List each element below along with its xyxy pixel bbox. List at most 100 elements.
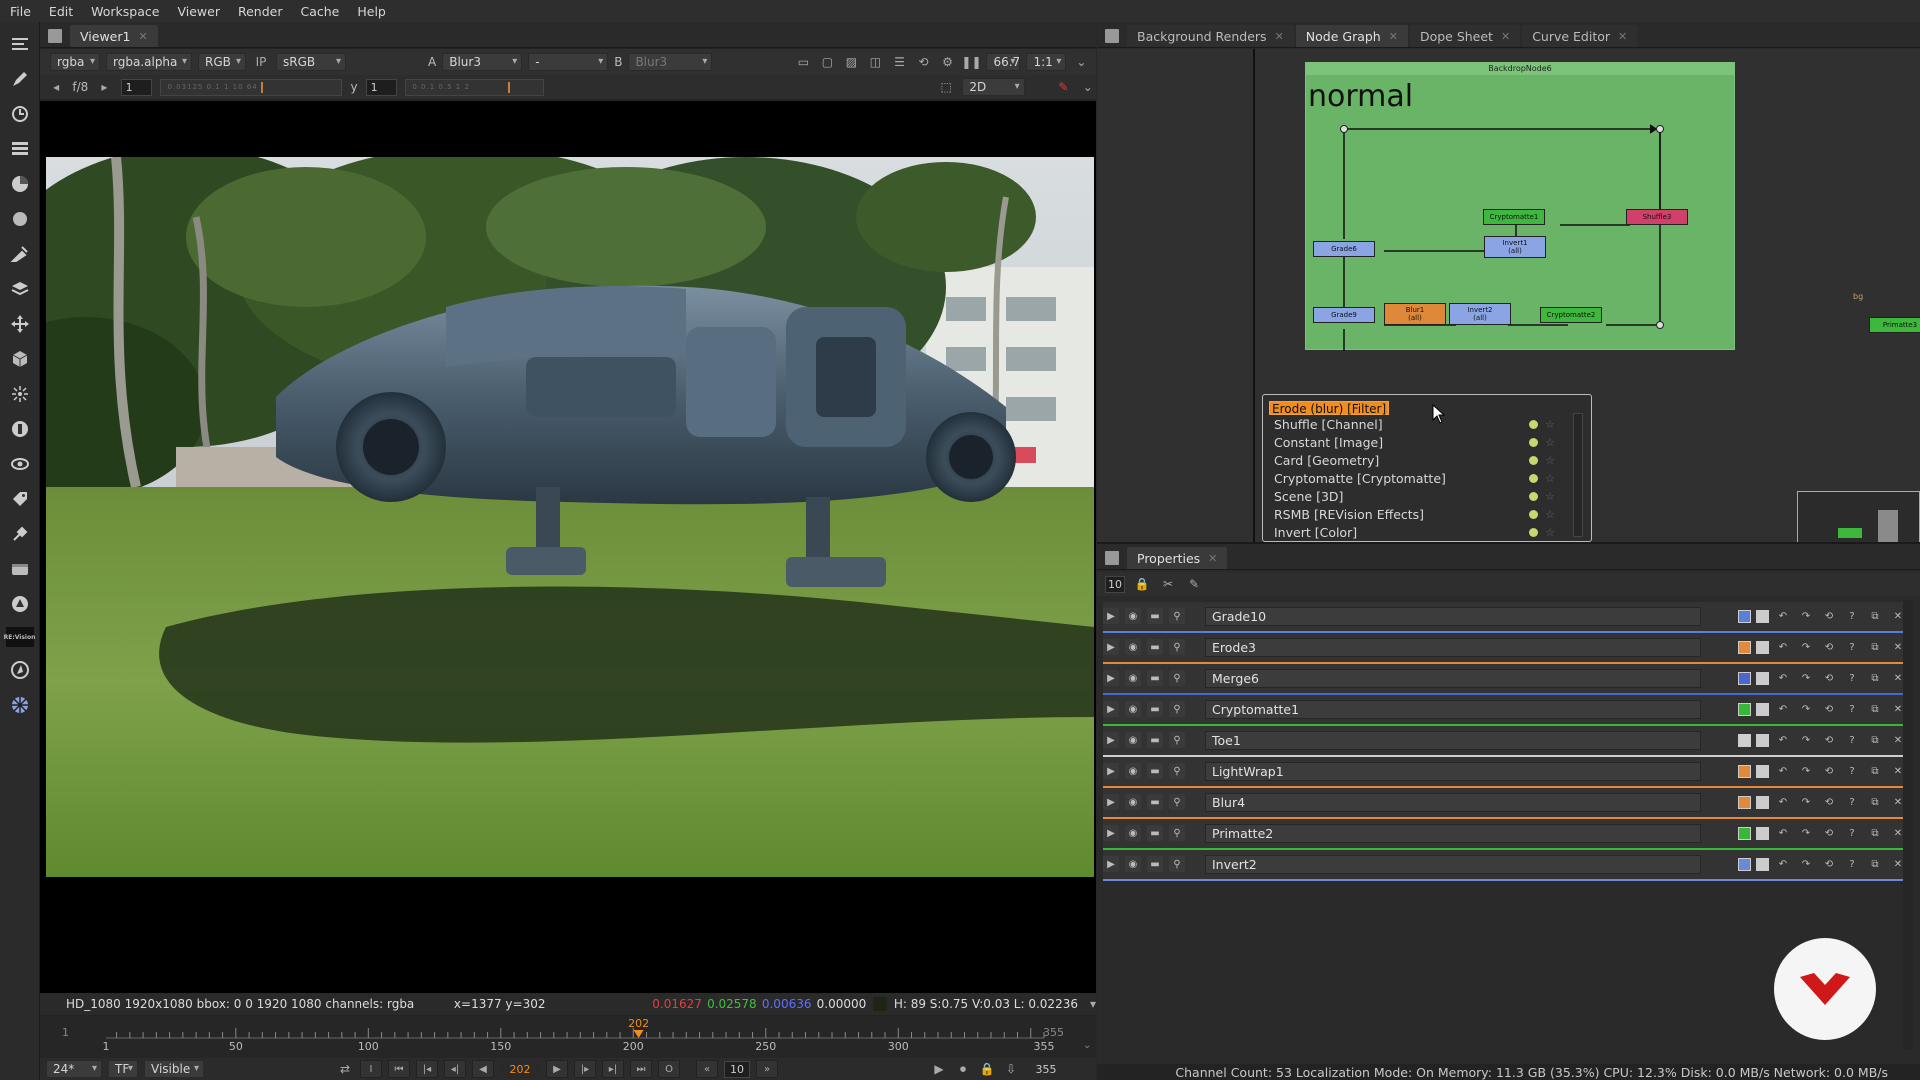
visibility-icon[interactable]: ◉ <box>1125 856 1141 872</box>
menu-item-cryptomatte[interactable]: Cryptomatte [Cryptomatte] ☆ <box>1267 469 1582 487</box>
zoom-field[interactable]: 66.7 <box>986 53 1021 71</box>
properties-row[interactable]: ▶ ◉ ▬ ⚲ Grade10 ↶ ↷ ⟲? ⧉ ✕ <box>1103 602 1909 633</box>
timeline-expand-icon[interactable]: ⌄ <box>1083 1040 1091 1051</box>
more-icon[interactable]: ⌄ <box>1072 53 1090 71</box>
more-icon[interactable]: ⌄ <box>1080 78 1096 96</box>
lock-icon[interactable]: 🔒 <box>978 1060 996 1078</box>
node-shuffle3[interactable]: Shuffle3 <box>1626 209 1688 225</box>
font-color-swatch[interactable] <box>1756 672 1769 685</box>
first-frame-button[interactable]: ⏮ <box>388 1060 410 1078</box>
help-icon[interactable]: ? <box>1843 763 1861 780</box>
cryptomatte-toolset-icon[interactable] <box>8 693 32 717</box>
menu-file[interactable]: File <box>10 4 31 19</box>
properties-row[interactable]: ▶ ◉ ▬ ⚲ Merge6 ↶ ↷ ⟲? ⧉ ✕ <box>1103 664 1909 695</box>
end-frame-field[interactable]: 355 <box>1026 1060 1066 1078</box>
menu-help[interactable]: Help <box>357 4 386 19</box>
frame-increment-field[interactable]: 10 <box>724 1060 750 1078</box>
float-icon[interactable]: ⧉ <box>1866 608 1884 625</box>
out-point-button[interactable]: O <box>658 1060 680 1078</box>
font-color-swatch[interactable] <box>1756 734 1769 747</box>
playback-mode-icon[interactable]: ⇄ <box>336 1060 354 1078</box>
clipping-warning-icon[interactable]: ▨ <box>842 53 860 71</box>
expand-arrow-icon[interactable]: ▶ <box>1103 639 1119 655</box>
node-grade9[interactable]: Grade9 <box>1313 307 1375 323</box>
help-icon[interactable]: ? <box>1843 794 1861 811</box>
particles-toolset-icon[interactable] <box>8 382 32 406</box>
update-icon[interactable]: ⚙ <box>938 53 956 71</box>
channels-dropdown[interactable]: rgba <box>50 53 100 71</box>
close-icon[interactable]: ✕ <box>1501 30 1510 43</box>
help-icon[interactable]: ? <box>1843 825 1861 842</box>
node-name-field[interactable]: LightWrap1 <box>1205 762 1701 781</box>
float-icon[interactable]: ⧉ <box>1866 794 1884 811</box>
menu-viewer[interactable]: Viewer <box>177 4 220 19</box>
expand-arrow-icon[interactable]: ▶ <box>1103 732 1119 748</box>
float-panel-icon[interactable]: ▬ <box>1147 825 1163 841</box>
next-keyframe-button[interactable]: ▸| <box>602 1060 624 1078</box>
menu-item-rsmb[interactable]: RSMB [REVision Effects] ☆ <box>1267 505 1582 523</box>
node-color-swatch[interactable] <box>1738 734 1751 747</box>
node-name-field[interactable]: Invert2 <box>1205 855 1701 874</box>
gain-increase-icon[interactable]: ▸ <box>96 78 112 96</box>
menu-item-shuffle[interactable]: Shuffle [Channel] ☆ <box>1267 415 1582 433</box>
visibility-icon[interactable]: ◉ <box>1125 639 1141 655</box>
redo-icon[interactable]: ↷ <box>1797 763 1815 780</box>
expand-arrow-icon[interactable]: ▶ <box>1103 794 1119 810</box>
help-icon[interactable]: ? <box>1843 732 1861 749</box>
float-panel-icon[interactable]: ▬ <box>1147 670 1163 686</box>
node-name-field[interactable]: Merge6 <box>1205 669 1701 688</box>
star-icon[interactable]: ☆ <box>1545 472 1555 485</box>
proxy-icon[interactable]: ☰ <box>890 53 908 71</box>
last-frame-button[interactable]: ⏭ <box>630 1060 652 1078</box>
visibility-icon[interactable]: ◉ <box>1125 825 1141 841</box>
node-color-swatch[interactable] <box>1738 703 1751 716</box>
star-icon[interactable]: ☆ <box>1545 436 1555 449</box>
menu-render[interactable]: Render <box>238 4 283 19</box>
node-pin-icon[interactable]: ⚲ <box>1169 856 1185 872</box>
node-name-field[interactable]: Primatte2 <box>1205 824 1701 843</box>
node-name-field[interactable]: Erode3 <box>1205 638 1701 657</box>
close-icon[interactable]: ✕ <box>1389 30 1398 43</box>
properties-row[interactable]: ▶ ◉ ▬ ⚲ Invert2 ↶ ↷ ⟲? ⧉ ✕ <box>1103 850 1909 881</box>
time-toolset-icon[interactable] <box>8 102 32 126</box>
transform-toolset-icon[interactable] <box>8 312 32 336</box>
input-b-dropdown[interactable]: Blur3 <box>628 53 713 71</box>
tab-node-graph[interactable]: Node Graph ✕ <box>1295 25 1408 47</box>
render-icon[interactable]: ⇩ <box>1002 1060 1020 1078</box>
input-a-dropdown[interactable]: Blur3 <box>442 53 523 71</box>
node-color-swatch[interactable] <box>1738 641 1751 654</box>
revert-icon[interactable]: ⟲ <box>1820 763 1838 780</box>
overlay-icon[interactable]: ◫ <box>866 53 884 71</box>
metadata-toolset-icon[interactable] <box>8 487 32 511</box>
properties-scrollbar[interactable] <box>1903 600 1913 1050</box>
node-pin-icon[interactable]: ⚲ <box>1169 763 1185 779</box>
revert-icon[interactable]: ⟲ <box>1820 701 1838 718</box>
undo-icon[interactable]: ↶ <box>1774 856 1792 873</box>
view-mode-dropdown[interactable]: 2D <box>962 78 1025 96</box>
star-icon[interactable]: ☆ <box>1545 526 1555 539</box>
play-backward-button[interactable]: ◀ <box>472 1060 494 1078</box>
fps-dropdown[interactable]: 24* <box>46 1060 102 1078</box>
visibility-icon[interactable]: ◉ <box>1125 794 1141 810</box>
float-icon[interactable]: ⧉ <box>1866 825 1884 842</box>
node-cryptomatte1[interactable]: Cryptomatte1 <box>1483 209 1545 225</box>
node-color-swatch[interactable] <box>1738 796 1751 809</box>
backdrop-node[interactable]: BackdropNode6 normal Cryptomatte1 Shuffl… <box>1305 62 1735 351</box>
visibility-icon[interactable]: ◉ <box>1125 608 1141 624</box>
wipe-mode-dropdown[interactable]: - <box>528 53 609 71</box>
revert-icon[interactable]: ⟲ <box>1820 794 1838 811</box>
viewport[interactable] <box>40 101 1096 994</box>
properties-row[interactable]: ▶ ◉ ▬ ⚲ LightWrap1 ↶ ↷ ⟲? ⧉ ✕ <box>1103 757 1909 788</box>
playhead-marker[interactable] <box>633 1030 644 1038</box>
flipbook-icon[interactable]: ▶ <box>930 1060 948 1078</box>
float-panel-icon[interactable]: ▬ <box>1147 639 1163 655</box>
toolsets-icon[interactable] <box>8 522 32 546</box>
float-icon[interactable]: ⧉ <box>1866 856 1884 873</box>
panel-menu-icon[interactable] <box>1105 551 1119 565</box>
tab-properties[interactable]: Properties ✕ <box>1127 547 1228 569</box>
float-panel-icon[interactable]: ▬ <box>1147 794 1163 810</box>
menu-item-card[interactable]: Card [Geometry] ☆ <box>1267 451 1582 469</box>
revert-icon[interactable]: ⟲ <box>1820 639 1838 656</box>
properties-row[interactable]: ▶ ◉ ▬ ⚲ Primatte2 ↶ ↷ ⟲? ⧉ ✕ <box>1103 819 1909 850</box>
revision-effects-logo[interactable]: RE:Vision <box>4 627 35 647</box>
